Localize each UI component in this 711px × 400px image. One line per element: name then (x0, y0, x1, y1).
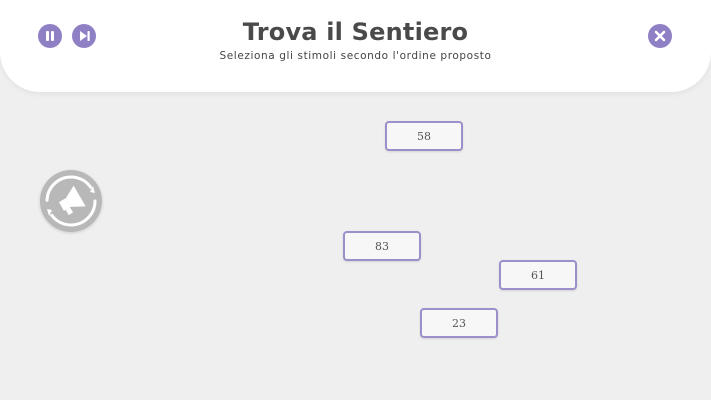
instructions-text: Seleziona gli stimoli secondo l'ordine p… (219, 50, 492, 62)
top-bar: Trova il Sentiero Seleziona gli stimoli … (0, 0, 711, 92)
stimulus-card[interactable]: 23 (420, 308, 498, 338)
page-title: Trova il Sentiero (242, 18, 469, 46)
close-button[interactable] (648, 24, 672, 48)
replay-audio-button[interactable] (40, 170, 102, 232)
megaphone-replay-icon (45, 175, 97, 227)
stimulus-card[interactable]: 58 (385, 121, 463, 151)
close-icon (654, 30, 666, 42)
stimulus-card[interactable]: 83 (343, 231, 421, 261)
stimulus-card[interactable]: 61 (499, 260, 577, 290)
